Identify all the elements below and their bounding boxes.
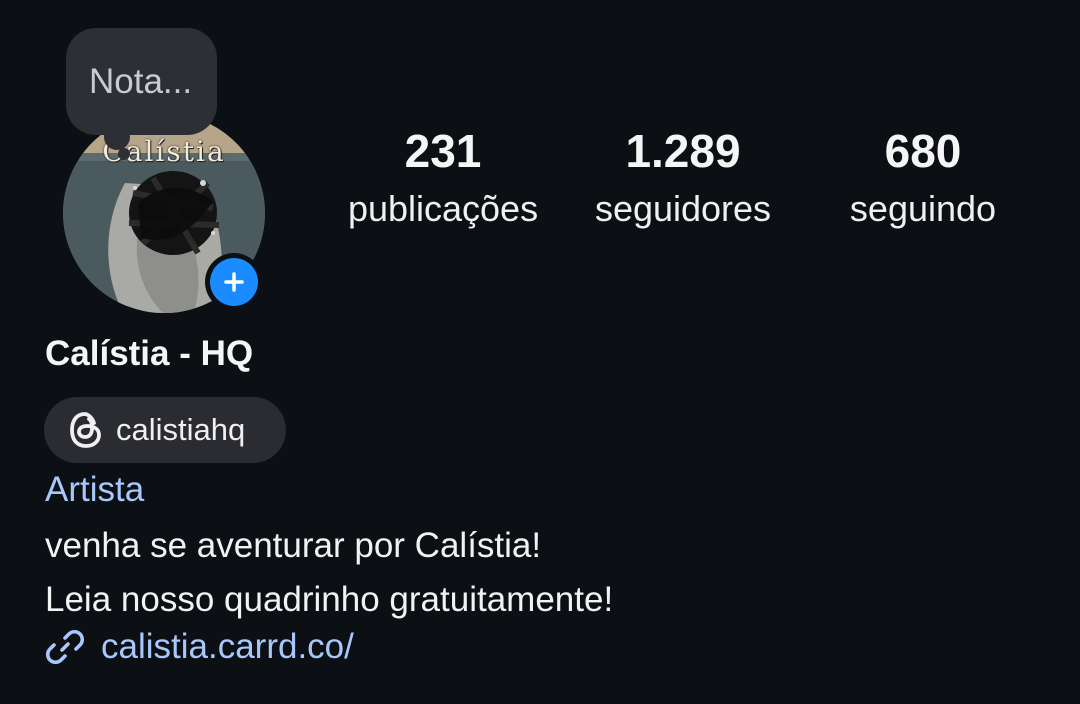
stat-posts-label: publicações — [347, 188, 539, 229]
add-story-button[interactable] — [205, 253, 263, 311]
stat-followers[interactable]: 1.289 seguidores — [580, 123, 786, 239]
stat-followers-label: seguidores — [594, 188, 772, 229]
plus-icon — [224, 272, 244, 292]
profile-name: Calístia - HQ — [45, 334, 254, 373]
profile-link-text[interactable]: calistia.carrd.co/ — [101, 627, 354, 667]
profile-link[interactable]: calistia.carrd.co/ — [45, 627, 354, 667]
link-icon — [45, 629, 85, 665]
stat-followers-value: 1.289 — [625, 125, 741, 177]
profile-category[interactable]: Artista — [45, 470, 144, 510]
stat-following[interactable]: 680 seguindo — [826, 123, 1020, 239]
stat-posts[interactable]: 231 publicações — [320, 123, 566, 239]
note-bubble[interactable]: Nota... — [66, 28, 217, 135]
threads-icon — [70, 412, 101, 448]
threads-badge[interactable]: calistiahq — [44, 397, 286, 463]
profile-stats: 231 publicações 1.289 seguidores 680 seg… — [320, 123, 1040, 243]
note-label: Nota... — [89, 62, 193, 101]
bio-line: Leia nosso quadrinho gratuitamente! — [45, 580, 614, 619]
stat-posts-value: 231 — [404, 125, 482, 177]
bio-line: venha se aventurar por Calístia! — [45, 526, 542, 565]
stat-following-value: 680 — [884, 125, 962, 177]
note-bubble-tail-dot — [118, 148, 130, 160]
note-bubble-tail — [104, 124, 130, 150]
profile-avatar-container[interactable]: Calístia — [63, 113, 267, 313]
stat-following-label: seguindo — [849, 188, 997, 229]
threads-handle: calistiahq — [116, 412, 246, 447]
add-story-button-fill — [210, 258, 258, 306]
avatar-art-title: Calístia — [102, 135, 226, 168]
